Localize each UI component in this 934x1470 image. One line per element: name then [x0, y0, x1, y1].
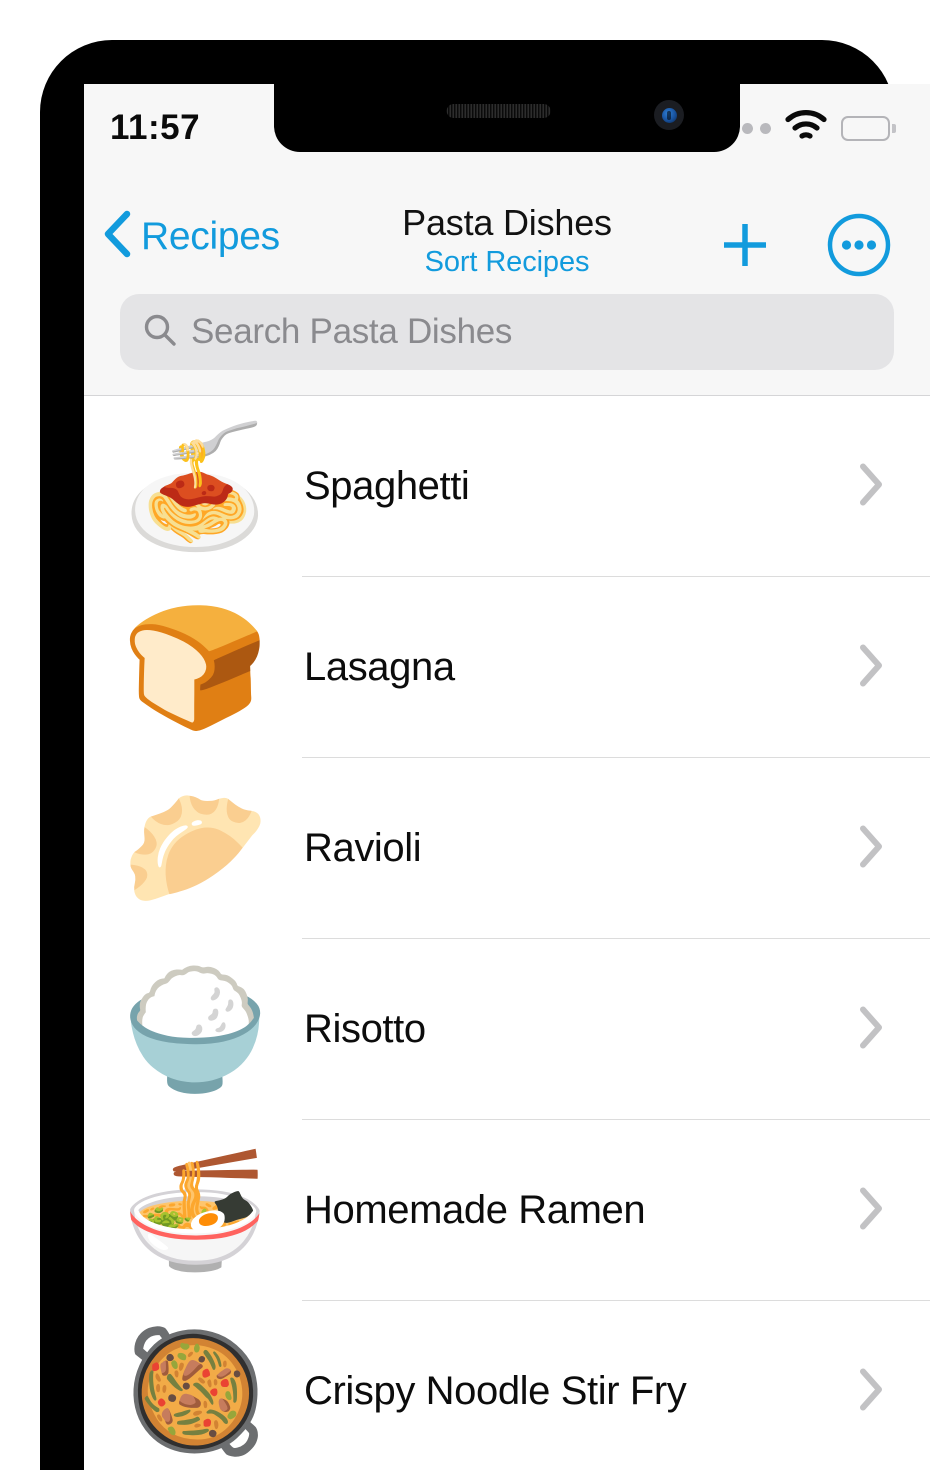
- sort-recipes-button[interactable]: Sort Recipes: [297, 244, 717, 282]
- list-item[interactable]: 🍝 Spaghetti: [84, 396, 930, 577]
- status-time: 11:57: [110, 108, 201, 147]
- battery-icon: [841, 115, 896, 141]
- chevron-right-icon: [858, 824, 884, 873]
- page-title: Pasta Dishes: [402, 202, 612, 243]
- list-item-label: Risotto: [304, 1007, 426, 1051]
- navigation-title-block: Pasta Dishes Sort Recipes: [297, 202, 717, 282]
- lasagna-emoji: 🍞: [121, 601, 269, 734]
- list-item-label: Crispy Noodle Stir Fry: [304, 1369, 687, 1413]
- list-item[interactable]: 🥘 Crispy Noodle Stir Fry: [84, 1301, 930, 1470]
- chevron-left-icon: [102, 210, 132, 263]
- chevron-right-icon: [858, 1367, 884, 1416]
- chevron-right-icon: [858, 1186, 884, 1235]
- device-screen: Recipes Pasta Dishes Sort Recipes Search…: [84, 84, 930, 1470]
- ravioli-emoji: 🥟: [121, 782, 269, 915]
- list-item[interactable]: 🍞 Lasagna: [84, 577, 930, 758]
- list-item[interactable]: 🥟 Ravioli: [84, 758, 930, 939]
- search-bar[interactable]: [120, 294, 894, 370]
- back-button[interactable]: Recipes: [102, 210, 280, 263]
- search-icon: [142, 312, 178, 353]
- chevron-right-icon: [858, 462, 884, 511]
- front-camera: [654, 100, 684, 130]
- list-item-label: Homemade Ramen: [304, 1188, 646, 1232]
- search-input[interactable]: [191, 312, 872, 352]
- plus-icon: [724, 224, 766, 266]
- list-item[interactable]: 🍚 Risotto: [84, 939, 930, 1120]
- device-notch: [274, 80, 740, 152]
- back-button-label: Recipes: [141, 214, 280, 258]
- navigation-row: Recipes Pasta Dishes Sort Recipes: [84, 202, 930, 292]
- risotto-emoji: 🍚: [121, 963, 269, 1096]
- wifi-icon: [785, 110, 827, 146]
- camera-lens-icon: [661, 107, 677, 123]
- stir-fry-emoji: 🥘: [121, 1325, 269, 1458]
- list-item-label: Lasagna: [304, 645, 455, 689]
- list-item[interactable]: 🍜 Homemade Ramen: [84, 1120, 930, 1301]
- speaker-grille: [446, 104, 551, 118]
- ellipsis-circle-icon: [827, 213, 891, 277]
- spaghetti-emoji: 🍝: [121, 420, 269, 553]
- chevron-right-icon: [858, 643, 884, 692]
- add-recipe-button[interactable]: [714, 214, 776, 276]
- list-item-label: Spaghetti: [304, 464, 470, 508]
- chevron-right-icon: [858, 1005, 884, 1054]
- device-frame: Recipes Pasta Dishes Sort Recipes Search…: [40, 40, 930, 1470]
- more-options-button[interactable]: [826, 212, 892, 278]
- recipe-list[interactable]: 🍝 Spaghetti 🍞 Lasagna 🥟 Ravioli 🍚 Risotto 🍜 Homem…: [84, 396, 930, 1470]
- list-item-label: Ravioli: [304, 826, 422, 870]
- ramen-emoji: 🍜: [121, 1144, 269, 1277]
